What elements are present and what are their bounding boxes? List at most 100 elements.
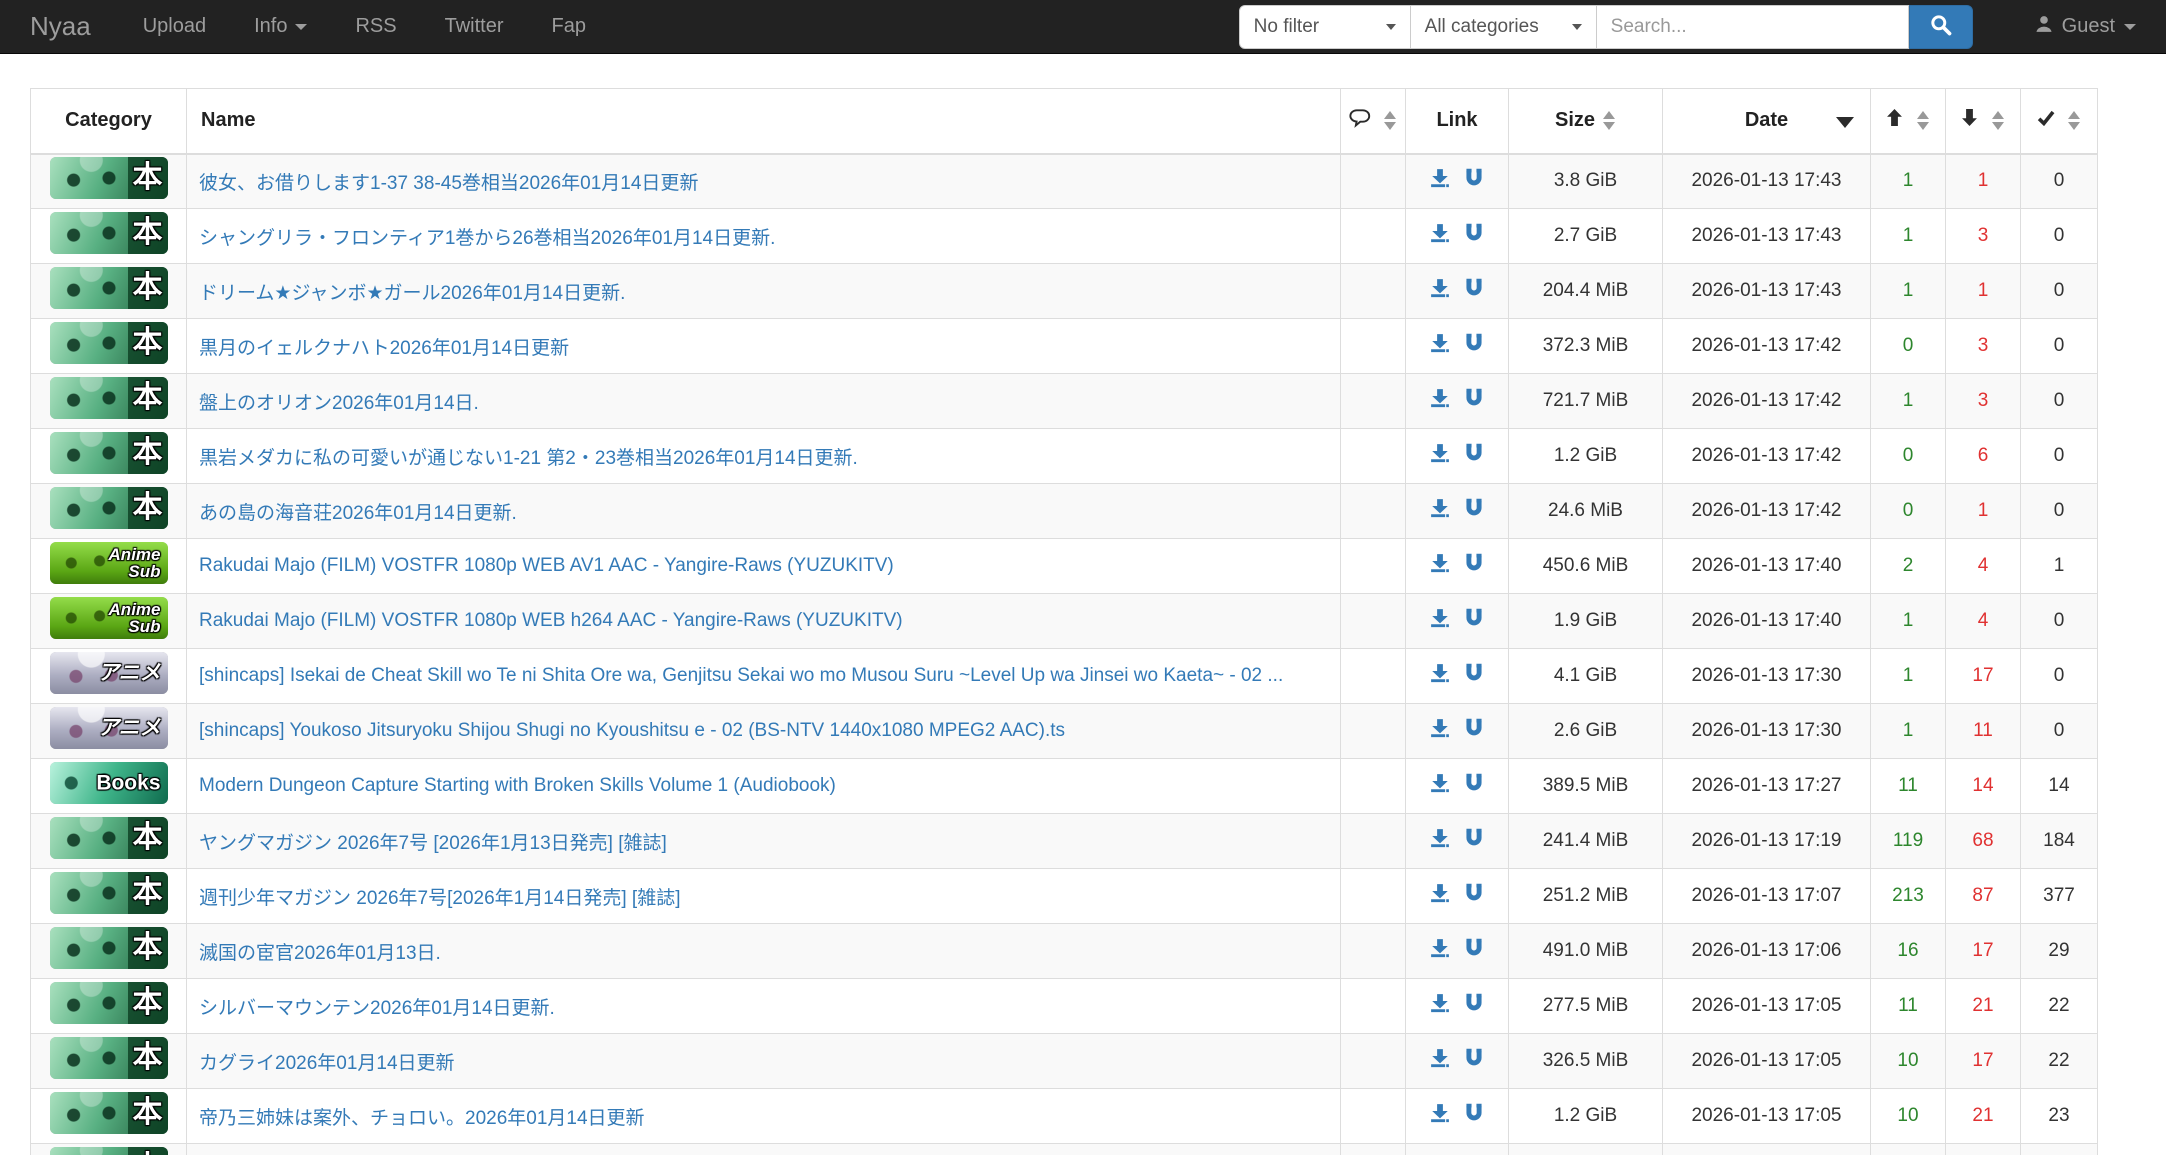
torrent-name-link[interactable]: 盤上のオリオン2026年01月14日.: [199, 393, 479, 414]
magnet-icon[interactable]: [1464, 443, 1484, 463]
category-icon-link[interactable]: アニメ: [49, 707, 168, 749]
download-icon[interactable]: [1430, 938, 1450, 958]
download-icon[interactable]: [1430, 1048, 1450, 1068]
category-icon-link[interactable]: Books: [49, 762, 168, 804]
download-icon[interactable]: [1430, 718, 1450, 738]
category-icon-link[interactable]: 本: [49, 487, 168, 529]
size-cell: 24.6 MiB: [1508, 483, 1663, 539]
category-icon-link[interactable]: 本: [49, 212, 168, 254]
torrent-name-link[interactable]: 黒岩メダカに私の可愛いが通じない1-21 第2・23巻相当2026年01月14日…: [199, 448, 858, 469]
download-icon[interactable]: [1430, 443, 1450, 463]
download-icon[interactable]: [1430, 828, 1450, 848]
torrent-name-link[interactable]: 週刊少年マガジン 2026年7号[2026年1月14日発売] [雑誌]: [199, 888, 680, 909]
magnet-icon[interactable]: [1464, 553, 1484, 573]
torrent-name-link[interactable]: シルバーマウンテン2026年01月14日更新.: [199, 998, 555, 1019]
download-icon[interactable]: [1430, 608, 1450, 628]
magnet-icon[interactable]: [1464, 223, 1484, 243]
magnet-icon[interactable]: [1464, 883, 1484, 903]
nav-link-upload[interactable]: Upload: [119, 0, 230, 54]
header-date[interactable]: Date: [1662, 88, 1871, 154]
magnet-icon[interactable]: [1464, 498, 1484, 518]
category-icon-link[interactable]: 本: [49, 872, 168, 914]
category-select[interactable]: All categories: [1410, 4, 1597, 49]
torrent-name-link[interactable]: Modern Dungeon Capture Starting with Bro…: [199, 775, 836, 796]
torrent-name-link[interactable]: ヤングマガジン 2026年7号 [2026年1月13日発売] [雑誌]: [199, 833, 667, 854]
sort-icon: [1384, 111, 1397, 131]
header-comments[interactable]: [1340, 88, 1406, 154]
torrent-name-link[interactable]: [shincaps] Isekai de Cheat Skill wo Te n…: [199, 665, 1283, 686]
download-icon[interactable]: [1430, 168, 1450, 188]
filter-select[interactable]: No filter: [1238, 4, 1411, 49]
category-icon-link[interactable]: 本: [49, 267, 168, 309]
nav-link-rss[interactable]: RSS: [331, 0, 420, 54]
download-icon[interactable]: [1430, 553, 1450, 573]
comments-cell: [1340, 263, 1406, 319]
magnet-icon[interactable]: [1464, 168, 1484, 188]
header-completed[interactable]: [2020, 88, 2098, 154]
magnet-icon[interactable]: [1464, 663, 1484, 683]
magnet-icon[interactable]: [1464, 1048, 1484, 1068]
seeders-cell: 0: [1870, 483, 1946, 539]
torrent-name-link[interactable]: シャングリラ・フロンティア1巻から26巻相当2026年01月14日更新.: [199, 228, 775, 249]
search-button[interactable]: [1908, 4, 1973, 49]
magnet-icon[interactable]: [1464, 773, 1484, 793]
category-icon-link[interactable]: 本: [49, 322, 168, 364]
brand-nyaa[interactable]: Nyaa: [30, 11, 91, 42]
nav-link-info[interactable]: Info: [230, 0, 331, 54]
download-icon[interactable]: [1430, 498, 1450, 518]
magnet-icon[interactable]: [1464, 718, 1484, 738]
category-icon-link[interactable]: 本: [49, 817, 168, 859]
category-icon-link[interactable]: 本: [49, 377, 168, 419]
torrent-name-link[interactable]: [shincaps] Youkoso Jitsuryoku Shijou Shu…: [199, 720, 1065, 741]
torrent-name-link[interactable]: Rakudai Majo (FILM) VOSTFR 1080p WEB AV1…: [199, 555, 894, 576]
category-icon-link[interactable]: 本: [49, 1092, 168, 1134]
download-icon[interactable]: [1430, 773, 1450, 793]
magnet-icon[interactable]: [1464, 608, 1484, 628]
category-anime-raw-icon: アニメ: [49, 652, 168, 694]
torrent-name-link[interactable]: 帝乃三姉妹は案外、チョロい。2026年01月14日更新: [199, 1108, 645, 1129]
category-icon-link[interactable]: 本: [49, 982, 168, 1024]
table-header-row: Category Name Link Size Date: [30, 88, 2098, 154]
torrent-name-link[interactable]: カグライ2026年01月14日更新: [199, 1053, 455, 1074]
category-icon-link[interactable]: 本: [49, 432, 168, 474]
user-menu[interactable]: Guest: [2035, 15, 2136, 39]
download-icon[interactable]: [1430, 883, 1450, 903]
header-size[interactable]: Size: [1508, 88, 1663, 154]
seeders-cell: 1: [1870, 373, 1946, 429]
torrent-name-link[interactable]: Rakudai Majo (FILM) VOSTFR 1080p WEB h26…: [199, 610, 903, 631]
magnet-icon[interactable]: [1464, 993, 1484, 1013]
seeders-cell: 11: [1870, 978, 1946, 1034]
torrent-name-link[interactable]: 彼女、お借りします1-37 38-45巻相当2026年01月14日更新: [199, 173, 698, 194]
download-icon[interactable]: [1430, 1103, 1450, 1123]
search-input[interactable]: [1596, 4, 1909, 49]
torrent-name-link[interactable]: ドリーム★ジャンボ★ガール2026年01月14日更新.: [199, 283, 625, 304]
torrent-name-link[interactable]: あの島の海音荘2026年01月14日更新.: [199, 503, 517, 524]
download-icon[interactable]: [1430, 223, 1450, 243]
leechers-cell: 1: [1945, 483, 2021, 539]
category-icon-link[interactable]: 本: [49, 1147, 168, 1155]
torrent-name-link[interactable]: 黒月のイェルクナハト2026年01月14日更新: [199, 338, 569, 359]
download-icon[interactable]: [1430, 388, 1450, 408]
download-icon[interactable]: [1430, 278, 1450, 298]
magnet-icon[interactable]: [1464, 333, 1484, 353]
category-icon-link[interactable]: 本: [49, 927, 168, 969]
category-icon-link[interactable]: 本: [49, 157, 168, 200]
magnet-icon[interactable]: [1464, 388, 1484, 408]
magnet-icon[interactable]: [1464, 828, 1484, 848]
nav-link-fap[interactable]: Fap: [527, 0, 609, 54]
category-icon-link[interactable]: 本: [49, 1037, 168, 1079]
comments-cell: [1340, 483, 1406, 539]
magnet-icon[interactable]: [1464, 278, 1484, 298]
magnet-icon[interactable]: [1464, 938, 1484, 958]
magnet-icon[interactable]: [1464, 1103, 1484, 1123]
header-seeders[interactable]: [1870, 88, 1946, 154]
nav-link-twitter[interactable]: Twitter: [421, 0, 528, 54]
download-icon[interactable]: [1430, 333, 1450, 353]
category-icon-link[interactable]: Anime Sub: [49, 542, 168, 584]
download-icon[interactable]: [1430, 663, 1450, 683]
category-icon-link[interactable]: アニメ: [49, 652, 168, 694]
torrent-name-link[interactable]: 滅国の宦官2026年01月13日.: [199, 943, 441, 964]
category-icon-link[interactable]: Anime Sub: [49, 597, 168, 639]
download-icon[interactable]: [1430, 993, 1450, 1013]
header-leechers[interactable]: [1945, 88, 2021, 154]
